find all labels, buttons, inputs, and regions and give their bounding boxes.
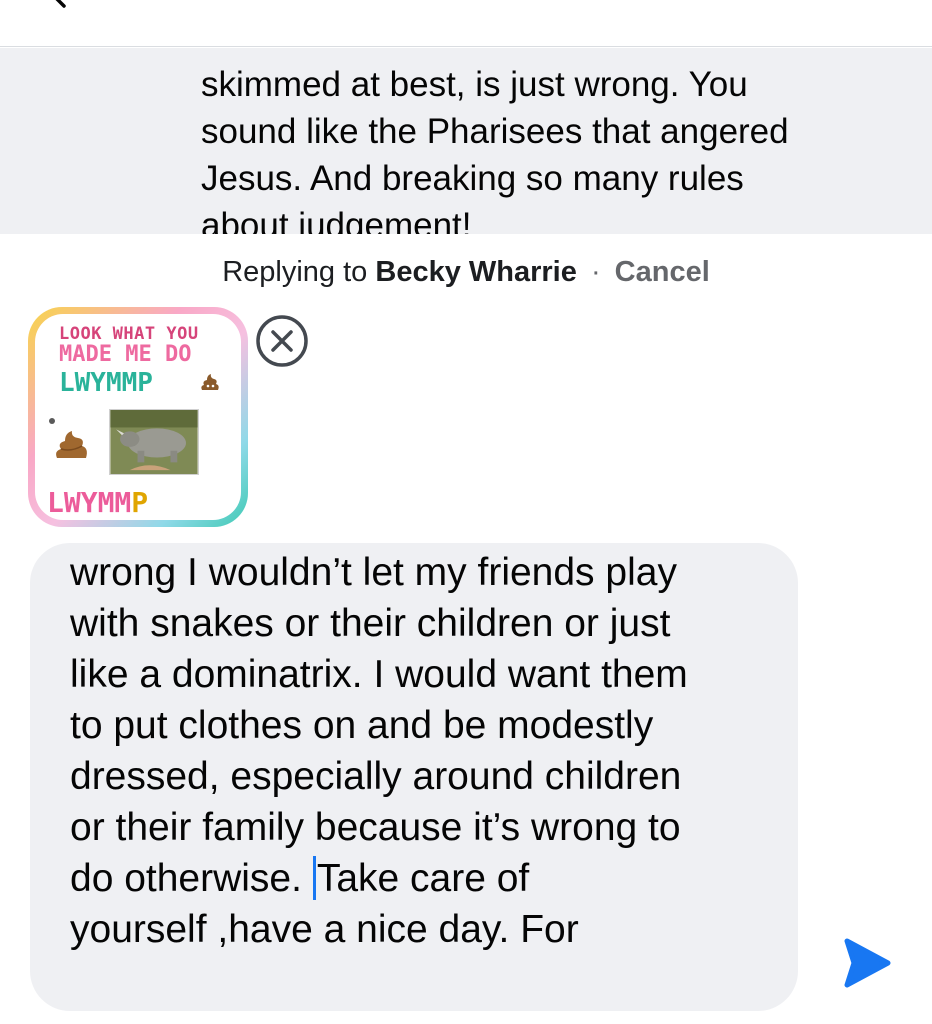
sticker-text-line4-end: P (131, 486, 149, 519)
separator-dot: · (590, 256, 601, 288)
comment-line: about judgement! (201, 206, 472, 234)
input-line: dressed, especially around children (70, 755, 682, 798)
sticker-text-line4: LWYMMP (47, 486, 148, 519)
input-line: or their family because it’s wrong to (70, 806, 681, 849)
comment-line-partial: ​ (201, 48, 911, 61)
input-text-after-caret: Take care of (316, 857, 530, 900)
input-line: yourself ,have a nice day. For (70, 908, 579, 951)
comment-input-text[interactable]: wrong I wouldn’t let my friends play wit… (70, 547, 780, 955)
rhino-photo-image (109, 409, 199, 475)
text-cursor (312, 856, 316, 900)
input-line: wrong I wouldn’t let my friends play (70, 551, 677, 594)
chevron-left-icon[interactable] (44, 0, 72, 8)
input-line: like a dominatrix. I would want them (70, 653, 688, 696)
close-circle-icon[interactable] (254, 313, 310, 369)
comment-line: sound like the Pharisees that angered (201, 112, 789, 151)
input-line: to put clothes on and be modestly (70, 704, 654, 747)
comment-input[interactable]: wrong I wouldn’t let my friends play wit… (30, 543, 798, 1011)
sticker-attachment[interactable]: LOOK WHAT YOU MADE ME DO LWYMMP LWYMMP (28, 307, 248, 527)
previous-comment-text: ​ skimmed at best, is just wrong. You so… (201, 48, 911, 234)
input-text-before-caret: do otherwise. (70, 857, 313, 900)
poop-emoji-icon (56, 431, 87, 458)
replying-to-label: Replying to (222, 256, 368, 288)
comment-line: Jesus. And breaking so many rules (201, 159, 744, 198)
cancel-reply-button[interactable]: Cancel (615, 256, 710, 288)
sticker-text-line4-main: LWYMM (47, 486, 132, 519)
input-line: with snakes or their children or just (70, 602, 671, 645)
send-icon[interactable] (838, 935, 894, 991)
sticker-image: LOOK WHAT YOU MADE ME DO LWYMMP LWYMMP (35, 314, 241, 520)
comment-reply-screen: ​ skimmed at best, is just wrong. You so… (0, 0, 932, 1024)
input-line-with-caret: do otherwise. Take care of (70, 853, 780, 904)
previous-comment: ​ skimmed at best, is just wrong. You so… (0, 48, 932, 234)
top-navigation-bar (0, 0, 932, 47)
sticker-text-line3: LWYMMP (59, 368, 153, 398)
poop-emoji-icon (201, 374, 219, 390)
reply-composer: Replying to Becky Wharrie · Cancel LOOK … (0, 234, 932, 1024)
sticker-text-line2: MADE ME DO (59, 342, 192, 367)
sticker-text-line1: LOOK WHAT YOU (59, 324, 199, 344)
reply-target-name: Becky Wharrie (375, 256, 577, 288)
replying-to-bar: Replying to Becky Wharrie · Cancel (0, 254, 932, 290)
comment-line: skimmed at best, is just wrong. You (201, 65, 748, 104)
